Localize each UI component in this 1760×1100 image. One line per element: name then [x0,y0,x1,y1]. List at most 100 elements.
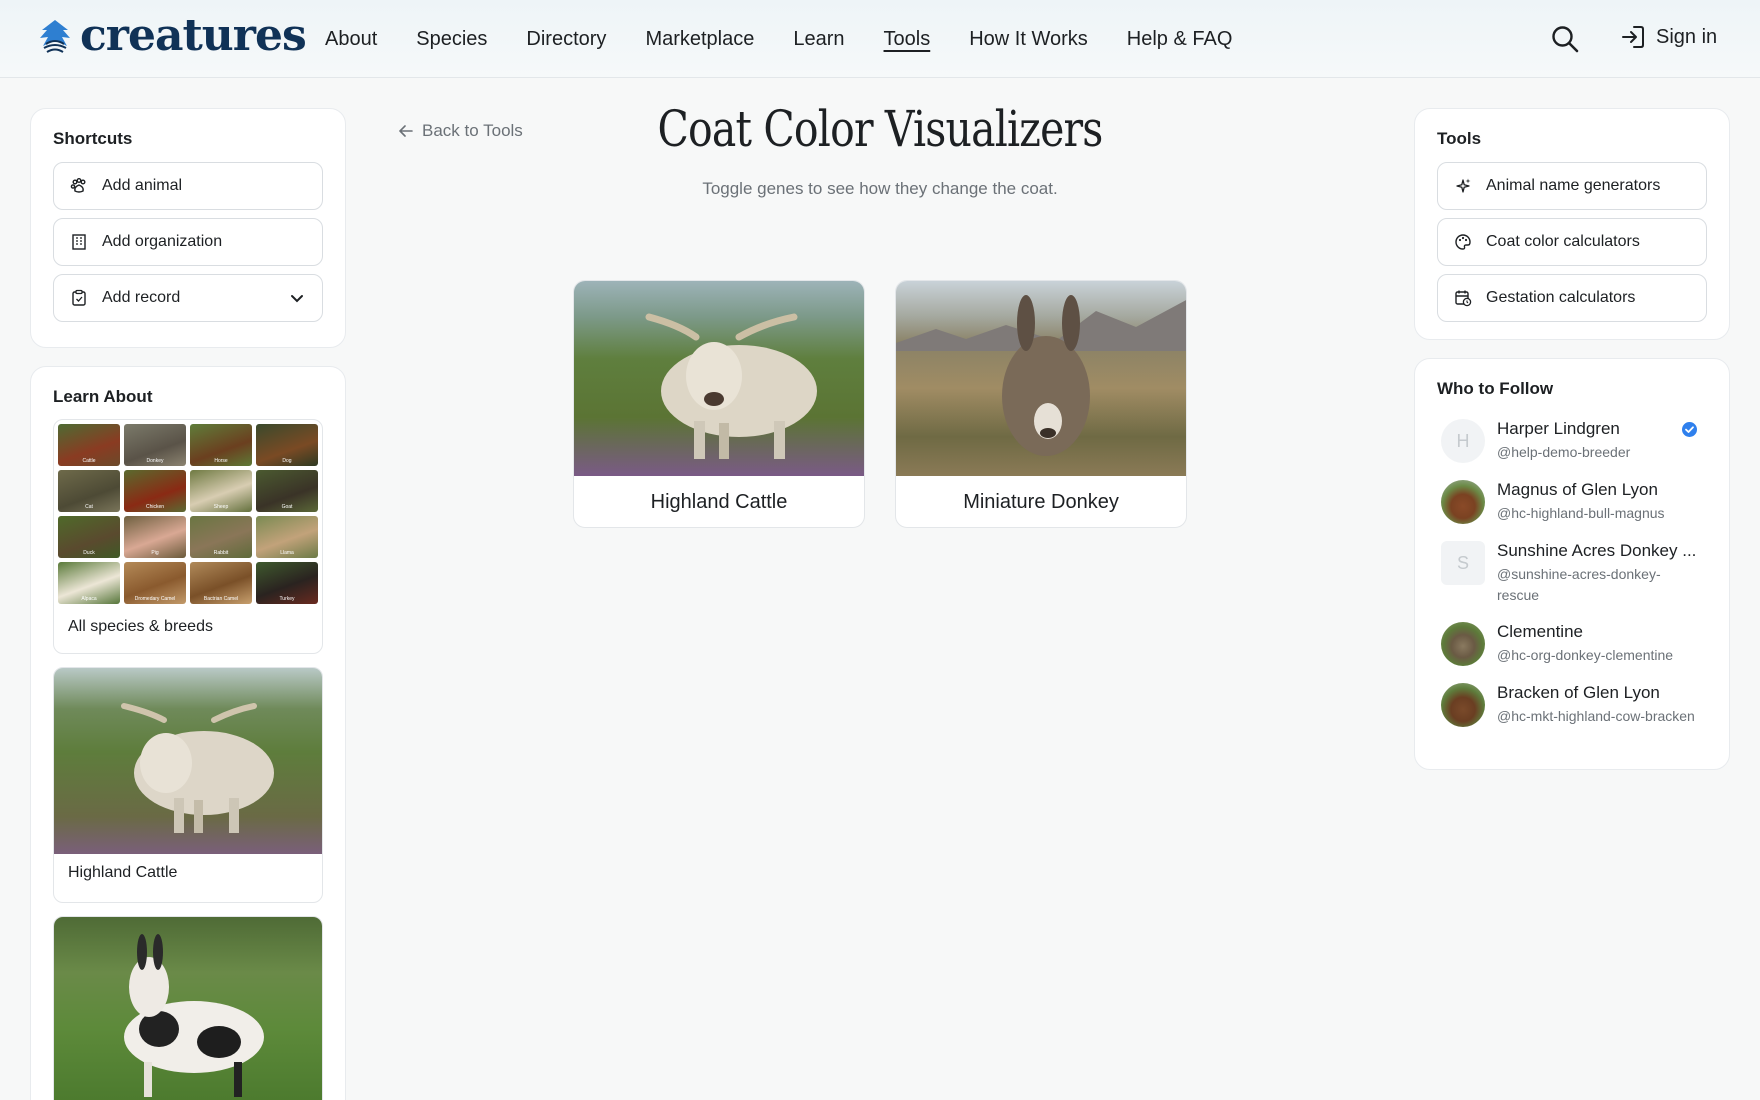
sign-in-button[interactable]: Sign in [1620,24,1717,50]
tile-label: Bactrian Camel [203,596,239,602]
arrow-left-icon [399,125,413,137]
species-tile: Alpaca [58,562,120,604]
top-header: creatures About Species Directory Market… [0,0,1760,78]
highland-cattle-image [54,668,322,854]
species-tile: Bactrian Camel [190,562,252,604]
tile-label: Llama [280,550,294,556]
who-to-follow-panel: Who to Follow H Harper Lindgren @help-de… [1414,358,1730,770]
nav-learn[interactable]: Learn [793,26,844,52]
tile-label: Dromedary Camel [134,596,176,602]
add-record-dropdown[interactable]: Add record [53,274,323,322]
follow-name: Clementine [1497,622,1583,641]
add-animal-label: Add animal [102,177,183,194]
species-tile: Dog [256,424,318,466]
learn-card-label: Highland Cattle [68,864,178,881]
learn-about-panel: Learn About Cattle Donkey Horse Dog Cat … [30,366,346,1100]
nav-directory[interactable]: Directory [526,26,606,52]
verified-badge-icon [1682,422,1697,437]
follow-name: Sunshine Acres Donkey ... [1497,541,1697,560]
avatar [1441,622,1485,666]
nav-species[interactable]: Species [416,26,487,52]
visualizer-card-highland-cattle[interactable]: Highland Cattle [573,280,865,528]
species-tile: Llama [256,516,318,558]
back-label: Back to Tools [422,121,523,140]
page-subtitle: Toggle genes to see how they change the … [702,179,1058,198]
page-title: Coat Color Visualizers [657,100,1103,158]
shortcuts-panel: Shortcuts Add animal Add organization Ad… [30,108,346,348]
tile-label: Pig [151,550,159,556]
visualizer-card-miniature-donkey[interactable]: Miniature Donkey [895,280,1187,528]
all-species-label: All species & breeds [68,618,213,635]
follow-name: Bracken of Glen Lyon [1497,683,1660,702]
add-record-label: Add record [102,289,181,306]
tile-label: Cat [85,504,93,510]
nav-about[interactable]: About [325,26,377,52]
tile-label: Alpaca [81,596,97,602]
visualizer-label: Miniature Donkey [963,491,1119,513]
follow-handle: @hc-mkt-highland-cow-bracken [1497,708,1695,724]
tile-label: Sheep [213,504,229,510]
add-animal-button[interactable]: Add animal [53,162,323,210]
species-tile: Rabbit [190,516,252,558]
species-tile: Dromedary Camel [124,562,186,604]
learn-highland-cattle-card[interactable]: Highland Cattle [53,667,323,903]
main-nav: About Species Directory Marketplace Lear… [325,26,1271,52]
add-organization-button[interactable]: Add organization [53,218,323,266]
visualizer-label: Highland Cattle [650,491,788,513]
species-tile: Goat [256,470,318,512]
species-tile: Pig [124,516,186,558]
follow-handle: @help-demo-breeder [1497,444,1631,460]
palette-icon [1455,234,1471,250]
nav-help-faq[interactable]: Help & FAQ [1127,26,1233,52]
tool-label: Gestation calculators [1486,289,1636,306]
brand-name: creatures [80,10,307,61]
brand-logo[interactable]: creatures [38,10,307,61]
species-tile: Cat [58,470,120,512]
shortcuts-title: Shortcuts [53,129,133,148]
donkey-illustration [124,934,264,1097]
sign-in-icon [1622,26,1644,48]
nav-how-it-works[interactable]: How It Works [969,26,1088,52]
chevron-down-icon [291,295,303,303]
tools-panel: Tools Animal name generators Coat color … [1414,108,1730,340]
tile-label: Duck [83,550,95,556]
learn-donkey-card[interactable] [53,916,323,1100]
species-tile: Duck [58,516,120,558]
tile-label: Dog [282,458,292,464]
tile-label: Cattle [82,458,96,464]
sparkles-icon [1456,178,1471,193]
back-to-tools-link[interactable]: Back to Tools [398,121,523,141]
add-organization-label: Add organization [102,233,223,250]
building-icon [72,234,86,250]
species-tile: Sheep [190,470,252,512]
spotted-donkey-image [54,917,322,1100]
follow-handle: @hc-highland-bull-magnus [1497,505,1665,521]
logo-mark-icon [40,20,70,53]
tile-label: Turkey [279,596,295,602]
highland-cattle-visualizer-image [574,281,864,476]
cattle-illustration [645,313,817,459]
species-tile: Donkey [124,424,186,466]
tools-title: Tools [1437,129,1482,148]
follow-handle: @hc-org-donkey-clementine [1497,647,1674,663]
tile-label: Chicken [145,504,165,510]
animal-name-generators-link[interactable]: Animal name generators [1437,162,1707,210]
search-icon[interactable] [1550,24,1580,54]
follow-name: Magnus of Glen Lyon [1497,480,1658,499]
avatar: H [1441,419,1485,463]
all-species-card[interactable]: Cattle Donkey Horse Dog Cat Chicken Shee… [53,419,323,654]
species-tile: Chicken [124,470,186,512]
species-grid: Cattle Donkey Horse Dog Cat Chicken Shee… [58,424,320,608]
species-tile: Cattle [58,424,120,466]
species-tile: Turkey [256,562,318,604]
species-tile: Horse [190,424,252,466]
avatar [1441,683,1485,727]
nav-marketplace[interactable]: Marketplace [645,26,754,52]
miniature-donkey-visualizer-image [896,281,1186,476]
tool-label: Coat color calculators [1486,233,1640,250]
coat-color-calculators-link[interactable]: Coat color calculators [1437,218,1707,266]
gestation-calculators-link[interactable]: Gestation calculators [1437,274,1707,322]
clipboard-icon [72,289,86,306]
nav-tools[interactable]: Tools [884,26,931,52]
donkey-illustration [896,295,1186,456]
